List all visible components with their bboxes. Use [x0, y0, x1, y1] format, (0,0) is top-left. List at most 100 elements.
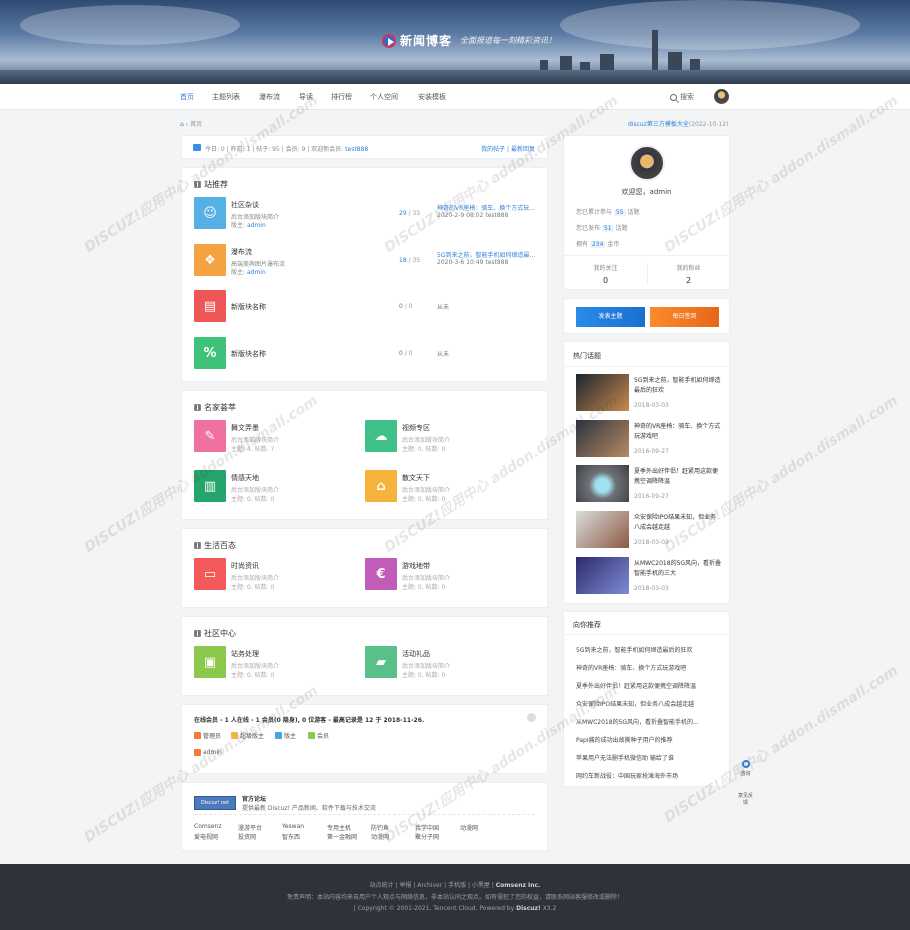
friend-link[interactable]: Yeswan — [282, 823, 304, 830]
search-button[interactable]: 搜索 — [670, 92, 694, 102]
hot-item-title[interactable]: 众安保险IPO结果未知，但业务八成会越走越 — [634, 513, 722, 533]
forum-name[interactable]: 瀑布流 — [231, 247, 252, 257]
last-post-link[interactable]: 5G到来之前，智能手机如何缔造最... — [437, 250, 537, 259]
float-feedback[interactable]: 意见反馈 — [737, 793, 754, 807]
footer-link[interactable]: 站点统计 — [370, 882, 394, 889]
forum-item[interactable]: ▥ 情感天地 后台添加版块简介 主题: 0, 帖数: 0 — [194, 470, 364, 504]
forum-item[interactable]: ▣ 站务处理 后台添加版块简介 主题: 0, 帖数: 0 — [194, 646, 364, 680]
hot-thumb[interactable] — [576, 511, 629, 548]
footer-link[interactable]: Archiver — [417, 882, 442, 889]
user-avatar[interactable] — [714, 89, 729, 104]
discuz-link[interactable]: Discuz! — [516, 905, 541, 912]
forum-name[interactable]: 时尚资讯 — [231, 561, 259, 571]
link-title[interactable]: 官方论坛 — [242, 794, 266, 803]
online-user[interactable]: admin — [194, 749, 222, 756]
discuz-logo[interactable]: Discuz! net — [194, 796, 236, 810]
recommend-item[interactable]: 网约车新战役：中国玩家抢滩海外市场 — [576, 771, 726, 780]
friend-link[interactable]: Comsenz — [194, 823, 221, 830]
last-post-link[interactable]: 神奇的VR座椅：骑车、换个方式玩... — [437, 203, 537, 212]
daily-sign-button[interactable]: 每日签到 — [650, 307, 719, 327]
forum-name[interactable]: 情感天地 — [231, 473, 259, 483]
friend-link[interactable]: 智东西 — [282, 832, 300, 841]
recommend-item[interactable]: 苹果用户无法删手机微信助 输给了谁 — [576, 753, 726, 762]
nav-install-template[interactable]: 安装模板 — [418, 84, 446, 110]
recommend-item[interactable]: 神奇的VR座椅：骑车、换个方式玩游戏吧 — [576, 663, 726, 672]
forum-name[interactable]: 游戏地带 — [402, 561, 430, 571]
friend-link[interactable]: 动漫网 — [371, 832, 389, 841]
footer-link[interactable]: 举报 — [399, 882, 411, 889]
site-logo[interactable]: 新闻博客 全面报道每一刻精彩资讯！ — [382, 32, 556, 49]
collapse-icon[interactable] — [527, 713, 536, 722]
new-member-link[interactable]: test888 — [345, 146, 368, 153]
nav-thread-list[interactable]: 主题列表 — [212, 84, 240, 110]
hot-thumb[interactable] — [576, 374, 629, 411]
friend-link[interactable]: 专用主机 — [327, 823, 351, 832]
forum-row[interactable]: ❖ 瀑布流 高端美舆图片瀑布流 版主: admin 18 / 35 5G到来之前… — [194, 244, 549, 278]
forum-icon-house: ⌂ — [365, 470, 397, 502]
forum-name[interactable]: 活动礼品 — [402, 649, 430, 659]
nav-home[interactable]: 首页 — [180, 84, 194, 110]
friend-link[interactable]: 聚分子网 — [415, 832, 439, 841]
float-service[interactable]: 咨询 — [737, 760, 754, 777]
forum-item[interactable]: € 游戏地带 后台添加版块简介 主题: 0, 帖数: 0 — [365, 558, 535, 592]
forum-item[interactable]: ✎ 舞文弄墨 后台添加版块简介 主题: 4, 帖数: 7 — [194, 420, 364, 454]
latest-replies-link[interactable]: 最新回复 — [511, 146, 535, 153]
friend-link[interactable]: 第一金融网 — [327, 832, 357, 841]
recommend-item[interactable]: 夏季外出好伴侣！赶紧用这款便携空调降降温 — [576, 681, 726, 690]
recommend-item[interactable]: 5G到来之前，智能手机如何缔造最后的狂欢 — [576, 645, 726, 654]
nav-guide[interactable]: 导读 — [299, 84, 313, 110]
fans-count[interactable]: 我的粉丝 2 — [647, 263, 730, 285]
hot-item-title[interactable]: 夏季外出好伴侣！赶紧用这款便携空调降降温 — [634, 467, 722, 487]
forum-name[interactable]: 站务处理 — [231, 649, 259, 659]
section-title-text: 名家荟萃 — [204, 403, 236, 412]
nav-ranking[interactable]: 排行榜 — [331, 84, 352, 110]
hot-item[interactable]: 从MWC2018的5G风向，看折叠智能手机的三大 2018-03-03 — [576, 557, 726, 594]
recommend-item[interactable]: 众安保险IPO结果未知，但业务八成会越走越 — [576, 699, 726, 708]
footer-link[interactable]: 手机版 — [448, 882, 466, 889]
forum-name[interactable]: 新版块名称 — [231, 302, 266, 312]
nav-space[interactable]: 个人空间 — [370, 84, 398, 110]
mod-link[interactable]: admin — [247, 222, 266, 229]
hot-item[interactable]: 5G到来之前，智能手机如何缔造最后的狂欢 2018-03-03 — [576, 374, 726, 411]
forum-item[interactable]: ▭ 时尚资讯 后台添加版块简介 主题: 0, 帖数: 0 — [194, 558, 364, 592]
forum-item[interactable]: ▰ 活动礼品 后台添加版块简介 主题: 0, 帖数: 0 — [365, 646, 535, 680]
hot-item[interactable]: 众安保险IPO结果未知，但业务八成会越走越 2018-03-03 — [576, 511, 726, 548]
forum-row[interactable]: ☺ 社区杂谈 后台添加版块简介 版主: admin 29 / 33 神奇的VR座… — [194, 197, 549, 231]
footer-brand[interactable]: Comsenz Inc. — [496, 882, 541, 889]
forum-name[interactable]: 社区杂谈 — [231, 200, 259, 210]
hot-item-title[interactable]: 5G到来之前，智能手机如何缔造最后的狂欢 — [634, 376, 722, 396]
friend-link[interactable]: 防钓鱼 — [371, 823, 389, 832]
hot-item-title[interactable]: 从MWC2018的5G风向，看折叠智能手机的三大 — [634, 559, 722, 579]
hot-thumb[interactable] — [576, 557, 629, 594]
breadcrumb-home-icon[interactable]: ⌂ — [180, 121, 184, 128]
new-thread-button[interactable]: 发表主题 — [576, 307, 645, 327]
user-avatar-large[interactable] — [629, 145, 665, 181]
my-posts-link[interactable]: 我的帖子 — [481, 146, 505, 153]
forum-item[interactable]: ☁ 视频专区 后台添加版块简介 主题: 0, 帖数: 0 — [365, 420, 535, 454]
forum-row[interactable]: % 新版块名称 0 / 0 从未 — [194, 337, 549, 371]
friend-link[interactable]: 投资网 — [238, 832, 256, 841]
forum-item[interactable]: ⌂ 散文天下 后台添加版块简介 主题: 0, 帖数: 0 — [365, 470, 535, 504]
hot-thumb[interactable] — [576, 465, 629, 502]
hot-item[interactable]: 神奇的VR座椅：骑车、换个方式玩游戏吧 2016-09-27 — [576, 420, 726, 457]
forum-name[interactable]: 散文天下 — [402, 473, 430, 483]
forum-row[interactable]: ▤ 新版块名称 0 / 0 从未 — [194, 290, 549, 324]
notice-link[interactable]: discuz第三方模板大全 — [628, 121, 689, 128]
online-user-name[interactable]: admin — [203, 749, 222, 756]
mod-link[interactable]: admin — [247, 269, 266, 276]
friend-link[interactable]: 爱电视网 — [194, 832, 218, 841]
forum-name[interactable]: 视频专区 — [402, 423, 430, 433]
forum-name[interactable]: 新版块名称 — [231, 349, 266, 359]
footer-link[interactable]: 小黑屋 — [472, 882, 490, 889]
recommend-item[interactable]: 从MWC2018的5G风向，看折叠智能手机的... — [576, 717, 726, 726]
hot-item[interactable]: 夏季外出好伴侣！赶紧用这款便携空调降降温 2016-09-27 — [576, 465, 726, 502]
hot-thumb[interactable] — [576, 420, 629, 457]
following-count[interactable]: 我的关注 0 — [564, 263, 647, 285]
friend-link[interactable]: 动漫网 — [460, 823, 478, 832]
forum-name[interactable]: 舞文弄墨 — [231, 423, 259, 433]
hot-item-title[interactable]: 神奇的VR座椅：骑车、换个方式玩游戏吧 — [634, 422, 722, 442]
friend-link[interactable]: 我学中国 — [415, 823, 439, 832]
friend-link[interactable]: 漫游平台 — [238, 823, 262, 832]
recommend-item[interactable]: PapI酱的成功出故撕种子用户的推荐 — [576, 735, 726, 744]
nav-waterfall[interactable]: 瀑布流 — [259, 84, 280, 110]
